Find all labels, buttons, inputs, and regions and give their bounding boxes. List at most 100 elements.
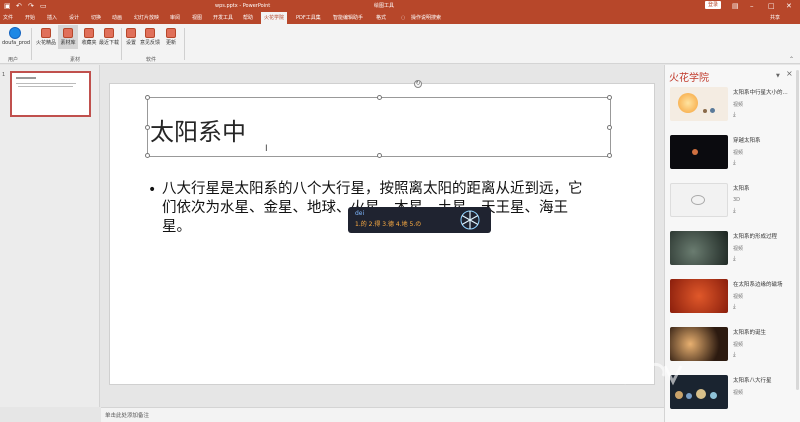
- list-item[interactable]: 太阳系八大行星 视频: [670, 375, 795, 419]
- group-separator: [31, 28, 32, 60]
- notes-pane[interactable]: 单击此处添加备注: [101, 407, 664, 422]
- group-label-material: 素材: [70, 57, 81, 63]
- group-label-software: 软件: [146, 57, 157, 63]
- watermark-logo: [605, 359, 683, 386]
- download-icon[interactable]: ⤓: [733, 303, 736, 311]
- slide-number: 1: [2, 72, 6, 78]
- user-name: doufa_prod: [2, 40, 31, 46]
- list-item[interactable]: 太阳系的形成过程 视频 ⤓: [670, 231, 795, 275]
- feedback-button[interactable]: 意见反馈: [139, 28, 161, 46]
- ime-composition: dei: [355, 210, 365, 217]
- tab-insert[interactable]: 插入: [47, 14, 57, 22]
- update-button[interactable]: 更新: [164, 28, 178, 46]
- close-icon[interactable]: ×: [786, 69, 793, 78]
- thumbnail-image: [670, 135, 728, 169]
- ime-candidates[interactable]: 1.的 2.得 3.德 4.地 5.の: [355, 221, 421, 229]
- user-avatar-icon: [9, 27, 21, 39]
- present-icon[interactable]: ▭: [40, 2, 47, 10]
- download-icon[interactable]: ⤓: [733, 351, 736, 359]
- tab-help[interactable]: 帮助: [243, 14, 253, 22]
- resize-handle[interactable]: [377, 95, 382, 100]
- favorites-button[interactable]: 收藏夹: [79, 28, 99, 46]
- group-separator: [184, 28, 185, 60]
- maximize-icon[interactable]: □: [768, 2, 775, 10]
- download-icon[interactable]: ⤓: [733, 159, 736, 167]
- slide-thumbnail[interactable]: [10, 71, 91, 117]
- share-button[interactable]: 共享: [770, 14, 780, 22]
- snowflake-icon: [460, 210, 480, 230]
- text-cursor-icon: I: [265, 144, 268, 154]
- material-library-button[interactable]: 素材库: [58, 25, 78, 49]
- side-pane-title: 火花学院: [669, 73, 709, 84]
- recent-downloads-button[interactable]: 最近下载: [98, 28, 120, 46]
- huohua-premium-button[interactable]: 火花精品: [35, 28, 57, 46]
- list-item[interactable]: 太阳系的诞生 视频 ⤓: [670, 327, 795, 371]
- ime-candidate-popup[interactable]: dei 1.的 2.得 3.德 4.地 5.の: [348, 207, 491, 233]
- slide-editor: ↻ 太阳系中 I • 八大行星是太阳系的八个大行星，按照离太阳的距离从近到远，它…: [101, 65, 664, 407]
- side-pane-scrollbar[interactable]: [796, 70, 799, 390]
- save-icon[interactable]: ▣: [4, 2, 11, 10]
- tab-huohua[interactable]: 火花学院: [261, 12, 288, 24]
- thumbnail-image: [670, 87, 728, 121]
- download-icon: [104, 28, 114, 38]
- thumbnail-image: [670, 231, 728, 265]
- user-account-button[interactable]: doufa_prod: [2, 27, 31, 46]
- download-icon[interactable]: ⤓: [733, 111, 736, 119]
- favorites-icon: [84, 28, 94, 38]
- rotate-handle-icon[interactable]: ↻: [414, 80, 422, 88]
- undo-icon[interactable]: ↶: [16, 2, 22, 10]
- thumbnail-image: [670, 279, 728, 313]
- tab-design[interactable]: 设计: [69, 14, 79, 22]
- huohua-side-pane: 火花学院 ▼ × 太阳系中行星大小的... 视频 ⤓ 穿越太阳系 视频 ⤓ 太阳…: [664, 65, 800, 422]
- tab-format[interactable]: 格式: [376, 14, 386, 22]
- group-separator: [121, 28, 122, 60]
- tab-slideshow[interactable]: 幻灯片放映: [134, 14, 159, 22]
- slide-thumbnail-pane: 1: [0, 65, 100, 407]
- resize-handle[interactable]: [145, 153, 150, 158]
- context-tool-label: 绘图工具: [374, 3, 395, 9]
- list-item[interactable]: 太阳系中行星大小的... 视频 ⤓: [670, 87, 795, 131]
- download-icon[interactable]: ⤓: [733, 255, 736, 263]
- ribbon-display-icon[interactable]: ▤: [732, 2, 739, 10]
- resize-handle[interactable]: [145, 95, 150, 100]
- thumbnail-image: [670, 183, 728, 217]
- list-item[interactable]: 穿越太阳系 视频 ⤓: [670, 135, 795, 179]
- tab-pdf-tools[interactable]: PDF工具集: [296, 14, 321, 22]
- close-icon[interactable]: ✕: [786, 2, 792, 10]
- ribbon: doufa_prod 用户 火花精品 素材库 收藏夹 最近下载 素材 设置 意见…: [0, 24, 800, 64]
- ribbon-tabs: 文件 开始 插入 设计 切换 动画 幻灯片放映 审阅 视图 开发工具 帮助 火花…: [0, 12, 800, 24]
- slide-canvas[interactable]: ↻ 太阳系中 I • 八大行星是太阳系的八个大行星，按照离太阳的距离从近到远，它…: [109, 80, 655, 385]
- slide-title[interactable]: 太阳系中: [150, 112, 246, 147]
- resize-handle[interactable]: [607, 153, 612, 158]
- tab-developer[interactable]: 开发工具: [213, 14, 233, 22]
- tab-review[interactable]: 审阅: [170, 14, 180, 22]
- tab-view[interactable]: 视图: [192, 14, 202, 22]
- lightbulb-icon: ◌: [401, 15, 406, 21]
- notes-placeholder: 单击此处添加备注: [105, 413, 150, 419]
- resize-handle[interactable]: [607, 125, 612, 130]
- title-bar: ▣ ↶ ↷ ▭ wps.pptx - PowerPoint 绘图工具 登录 ▤ …: [0, 0, 800, 12]
- premium-icon: [41, 28, 51, 38]
- tab-animations[interactable]: 动画: [112, 14, 122, 22]
- minimize-icon[interactable]: –: [750, 2, 754, 10]
- login-button[interactable]: 登录: [705, 1, 722, 9]
- settings-button[interactable]: 设置: [124, 28, 138, 46]
- resize-handle[interactable]: [377, 153, 382, 158]
- window-title: wps.pptx - PowerPoint: [215, 3, 271, 9]
- gear-icon: [126, 28, 136, 38]
- redo-icon[interactable]: ↷: [28, 2, 34, 10]
- collapse-ribbon-icon[interactable]: ⌃: [789, 56, 794, 63]
- chevron-down-icon[interactable]: ▼: [776, 73, 780, 79]
- feedback-icon: [145, 28, 155, 38]
- list-item[interactable]: 在太阳系边缘的磁场 视频 ⤓: [670, 279, 795, 323]
- download-icon[interactable]: ⤓: [733, 207, 736, 215]
- list-item[interactable]: 太阳系 3D ⤓: [670, 183, 795, 227]
- bullet-icon: •: [148, 182, 157, 198]
- tab-smart-assistant[interactable]: 智能编辑助手: [333, 14, 363, 22]
- tell-me-search[interactable]: 操作说明搜索: [411, 14, 441, 22]
- tab-transitions[interactable]: 切换: [91, 14, 101, 22]
- tab-home[interactable]: 开始: [25, 14, 35, 22]
- tab-file[interactable]: 文件: [3, 14, 13, 22]
- resize-handle[interactable]: [607, 95, 612, 100]
- update-icon: [166, 28, 176, 38]
